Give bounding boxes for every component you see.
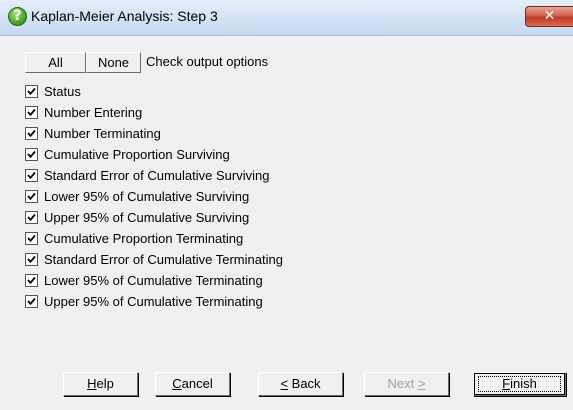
checkbox-label: Upper 95% of Cumulative Terminating [44,294,263,309]
cancel-button[interactable]: Cancel [155,372,230,396]
help-label: elp [96,376,114,391]
checkbox-box[interactable] [25,253,38,266]
checkbox-box[interactable] [25,190,38,203]
check-mark-icon [27,297,36,306]
finish-mnemonic: F [502,376,511,391]
title-bar[interactable]: ? Kaplan-Meier Analysis: Step 3 ✕ [0,0,573,36]
checkbox-box[interactable] [25,274,38,287]
checkbox-label: Number Entering [44,105,143,120]
help-mnemonic: H [87,376,97,391]
checkbox-label: Cumulative Proportion Surviving [44,147,230,162]
select-all-button[interactable]: All [25,52,86,73]
next-mnemonic: > [417,376,426,391]
question-icon: ? [8,7,27,26]
check-mark-icon [27,171,36,180]
close-button[interactable]: ✕ [525,6,573,27]
checkbox-label: Lower 95% of Cumulative Terminating [44,273,263,288]
help-button[interactable]: Help [63,372,138,396]
checkbox-box[interactable] [25,211,38,224]
checkbox-label: Number Terminating [44,126,161,141]
check-mark-icon [27,192,36,201]
checkbox-box[interactable] [25,295,38,308]
back-label: Back [288,376,321,391]
next-label: Next [387,376,418,391]
checkbox-label: Upper 95% of Cumulative Surviving [44,210,250,225]
finish-label: inish [510,376,537,391]
checkbox-box[interactable] [25,85,38,98]
checkbox-box[interactable] [25,169,38,182]
checkbox-label: Cumulative Proportion Terminating [44,231,244,246]
check-mark-icon [27,129,36,138]
checkbox-box[interactable] [25,232,38,245]
check-mark-icon [27,234,36,243]
cancel-mnemonic: C [172,376,182,391]
checkbox-label: Standard Error of Cumulative Terminating [44,252,283,267]
check-mark-icon [27,150,36,159]
checkbox-label: Standard Error of Cumulative Surviving [44,168,270,183]
checkbox-box[interactable] [25,106,38,119]
checkbox-label: Status [44,84,81,99]
options-caption: Check output options [146,54,269,69]
back-mnemonic: < [280,376,289,391]
close-icon: ✕ [543,8,556,24]
check-mark-icon [27,108,36,117]
check-mark-icon [27,213,36,222]
window-title: Kaplan-Meier Analysis: Step 3 [31,8,218,24]
check-mark-icon [27,276,36,285]
check-mark-icon [27,255,36,264]
select-none-button[interactable]: None [86,52,141,73]
next-button[interactable]: Next > [364,372,449,396]
checkbox-box[interactable] [25,127,38,140]
back-button[interactable]: < Back [258,372,343,396]
finish-button[interactable]: Finish [473,372,566,396]
check-mark-icon [27,87,36,96]
checkbox-box[interactable] [25,148,38,161]
checkbox-label: Lower 95% of Cumulative Surviving [44,189,250,204]
cancel-label: ancel [181,376,213,391]
